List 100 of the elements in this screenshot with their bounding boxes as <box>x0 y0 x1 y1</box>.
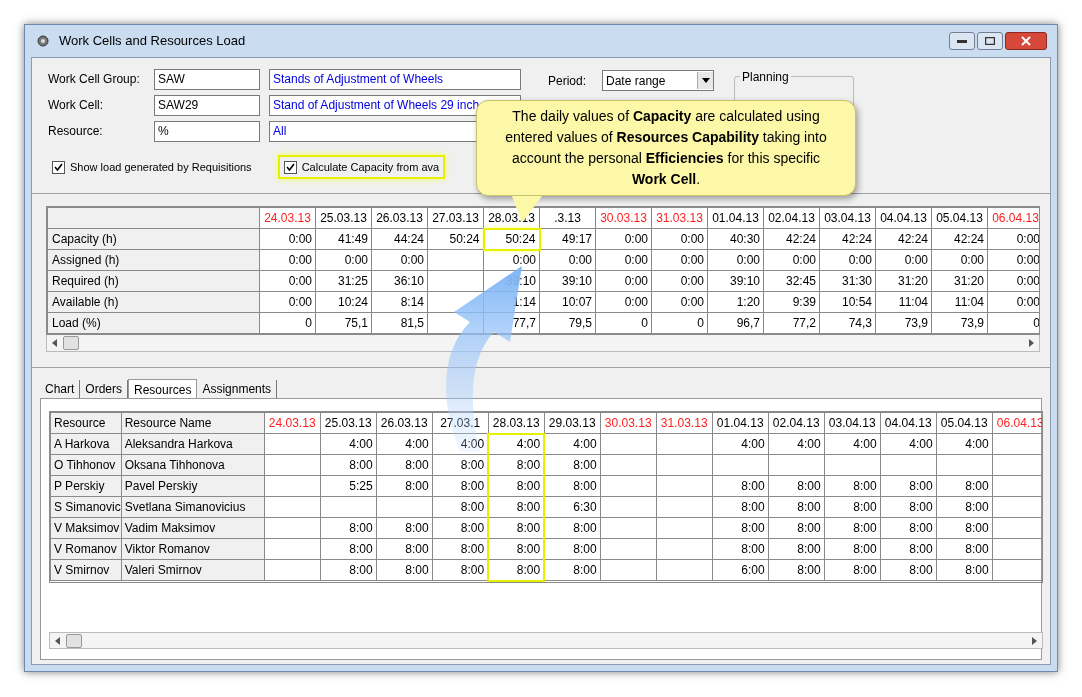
table-cell: 0:00 <box>875 249 932 271</box>
table-cell: 0:00 <box>595 228 652 250</box>
row-header: A Harkova <box>50 433 122 455</box>
table-cell: 75,1 <box>315 312 372 334</box>
horizontal-scrollbar[interactable] <box>49 632 1043 649</box>
table-cell: 8:00 <box>824 517 881 539</box>
table-cell: 42:24 <box>931 228 988 250</box>
column-header: 04.04.13 <box>880 412 937 434</box>
table-cell: 42:24 <box>875 228 932 250</box>
table-cell: 4:00 <box>880 433 937 455</box>
column-header: 28.03.13 <box>488 412 545 434</box>
table-cell: 8:00 <box>712 496 769 518</box>
table-cell: 4:00 <box>544 433 601 455</box>
period-label: Period: <box>548 72 587 90</box>
column-header: 05.04.13 <box>931 207 988 229</box>
column-header: 30.03.13 <box>595 207 652 229</box>
table-cell: 0:00 <box>595 249 652 271</box>
checkbox-label: Calculate Capacity from ava <box>301 159 440 175</box>
table-cell: 10:24 <box>315 291 372 313</box>
table-cell: 32:45 <box>763 270 820 292</box>
table-cell: 8:00 <box>544 517 601 539</box>
row-header: V Smirnov <box>50 559 122 581</box>
checkbox[interactable] <box>283 160 297 174</box>
window-title: Work Cells and Resources Load <box>59 32 246 51</box>
field-label: Resource: <box>48 123 104 140</box>
table-cell: 1:20 <box>707 291 764 313</box>
table-cell: 8:00 <box>544 454 601 476</box>
table-cell: 8:00 <box>376 454 433 476</box>
table-cell: 31:20 <box>931 270 988 292</box>
table-cell: 11:04 <box>931 291 988 313</box>
table-cell: 40:30 <box>707 228 764 250</box>
column-header: 02.04.13 <box>763 207 820 229</box>
horizontal-scrollbar[interactable] <box>46 335 1040 352</box>
tab[interactable]: Resources <box>128 379 198 399</box>
table-cell: 0:00 <box>651 249 708 271</box>
minimize-button[interactable] <box>949 32 975 50</box>
column-header: 01.04.13 <box>707 207 764 229</box>
maximize-button[interactable] <box>977 32 1003 50</box>
column-header: 27.03.13 <box>427 207 484 229</box>
table-cell: 8:00 <box>712 517 769 539</box>
row-header: P Perskiy <box>50 475 122 497</box>
left-arrow-icon <box>51 339 59 347</box>
table-cell: 0:00 <box>371 249 428 271</box>
table-cell: 36:10 <box>371 270 428 292</box>
table-cell: 8:00 <box>936 496 993 518</box>
table-cell: 11:04 <box>875 291 932 313</box>
table-cell: 8:00 <box>544 538 601 560</box>
column-header: 03.04.13 <box>824 412 881 434</box>
table-cell: 79,5 <box>539 312 596 334</box>
table-cell: 42:24 <box>819 228 876 250</box>
table-cell: 8:00 <box>488 454 545 476</box>
scrollbar-thumb[interactable] <box>66 633 82 648</box>
table-cell: 8:00 <box>936 475 993 497</box>
description-field[interactable]: Stands of Adjustment of Wheels <box>269 68 521 90</box>
table-cell: 6:30 <box>544 496 601 518</box>
table-cell: 8:00 <box>824 475 881 497</box>
code-field[interactable]: SAW <box>154 68 260 90</box>
table-cell: 73,9 <box>875 312 932 334</box>
table-cell: 8:00 <box>320 454 377 476</box>
table-cell: 4:00 <box>936 433 993 455</box>
table-cell: 4:00 <box>824 433 881 455</box>
checkbox[interactable] <box>52 160 65 174</box>
table-cell: 9:39 <box>763 291 820 313</box>
table-cell: 31:30 <box>819 270 876 292</box>
table-cell: 8:00 <box>488 517 545 539</box>
column-header: 26.03.13 <box>376 412 433 434</box>
table-cell: 0 <box>651 312 708 334</box>
row-header: Assigned (h) <box>47 249 260 271</box>
row-header: S Simanovic <box>50 496 122 518</box>
close-button[interactable] <box>1005 32 1047 50</box>
column-header: 06.04.13 <box>987 207 1039 229</box>
table-cell: 49:17 <box>539 228 596 250</box>
code-field[interactable]: % <box>154 120 260 142</box>
period-dropdown[interactable]: Date range <box>602 70 715 91</box>
table-cell: 6:00 <box>712 559 769 581</box>
code-field[interactable]: SAW29 <box>154 94 260 116</box>
row-header: Available (h) <box>47 291 260 313</box>
table-cell: 74,3 <box>819 312 876 334</box>
table-cell: 8:00 <box>320 517 377 539</box>
table-cell: 4:00 <box>320 433 377 455</box>
table-cell: 0:00 <box>595 291 652 313</box>
table-cell: 31:25 <box>315 270 372 292</box>
table-cell: 8:00 <box>544 559 601 581</box>
row-header: V Maksimov <box>50 517 122 539</box>
table-cell: 8:14 <box>371 291 428 313</box>
table-cell: 8:00 <box>824 559 881 581</box>
table-cell: 0:00 <box>651 228 708 250</box>
table-cell: 8:00 <box>376 559 433 581</box>
table-cell: 8:00 <box>488 538 545 560</box>
table-cell: 0 <box>259 312 316 334</box>
table-cell: 8:00 <box>936 559 993 581</box>
scrollbar-thumb[interactable] <box>63 336 79 350</box>
table-cell: 8:00 <box>880 517 937 539</box>
table-cell: 8:00 <box>880 538 937 560</box>
row-header: V Romanov <box>50 538 122 560</box>
table-cell: 0:00 <box>763 249 820 271</box>
table-cell: 8:00 <box>768 475 825 497</box>
table-cell: 8:00 <box>768 538 825 560</box>
table-cell: 8:00 <box>376 517 433 539</box>
table-cell: 0:00 <box>595 270 652 292</box>
